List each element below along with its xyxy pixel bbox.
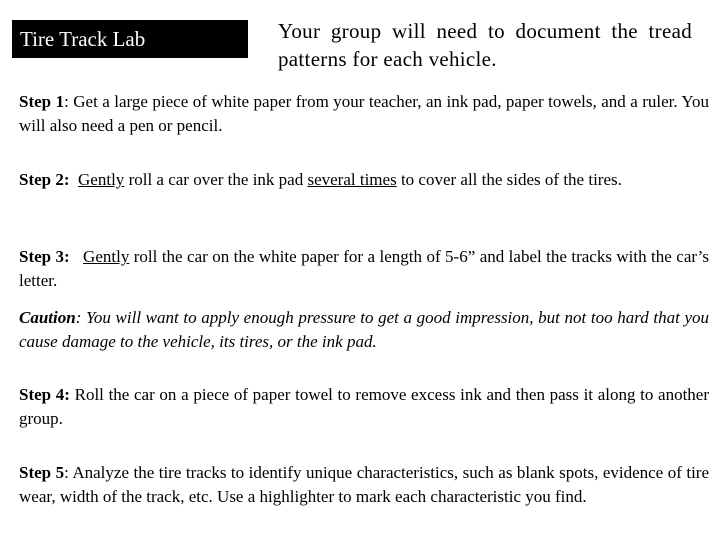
lab-title: Tire Track Lab bbox=[12, 20, 248, 58]
step-1-label: Step 1 bbox=[19, 92, 65, 111]
step-2-emphasis-several-times: several times bbox=[307, 170, 397, 189]
caution-note: Caution: You will want to apply enough p… bbox=[19, 306, 709, 354]
caution-text: : You will want to apply enough pressure… bbox=[19, 308, 709, 351]
step-3-label: Step 3: bbox=[19, 247, 70, 266]
step-4: Step 4: Roll the car on a piece of paper… bbox=[19, 383, 709, 431]
caution-label: Caution bbox=[19, 308, 76, 327]
step-5: Step 5: Analyze the tire tracks to ident… bbox=[19, 463, 709, 506]
intro-text: Your group will need to document the tre… bbox=[278, 19, 692, 71]
step-4-text: Roll the car on a piece of paper towel t… bbox=[19, 385, 710, 428]
step-2-emphasis-gently: Gently bbox=[78, 170, 125, 189]
step-3-emphasis-gently: Gently bbox=[83, 247, 130, 266]
step-4-label: Step 4: bbox=[19, 385, 70, 404]
step-1-text: Get a large piece of white paper from yo… bbox=[19, 92, 709, 135]
lab-title-text: Tire Track Lab bbox=[20, 27, 146, 51]
step-2: Step 2: Gently roll a car over the ink p… bbox=[19, 170, 622, 189]
step-5-text: Analyze the tire tracks to identify uniq… bbox=[19, 463, 709, 506]
step-1: Step 1: Get a large piece of white paper… bbox=[19, 92, 709, 135]
step-5-label: Step 5 bbox=[19, 463, 65, 482]
step-3: Step 3: Gently roll the car on the white… bbox=[19, 247, 709, 290]
step-2-label: Step 2: bbox=[19, 170, 70, 189]
